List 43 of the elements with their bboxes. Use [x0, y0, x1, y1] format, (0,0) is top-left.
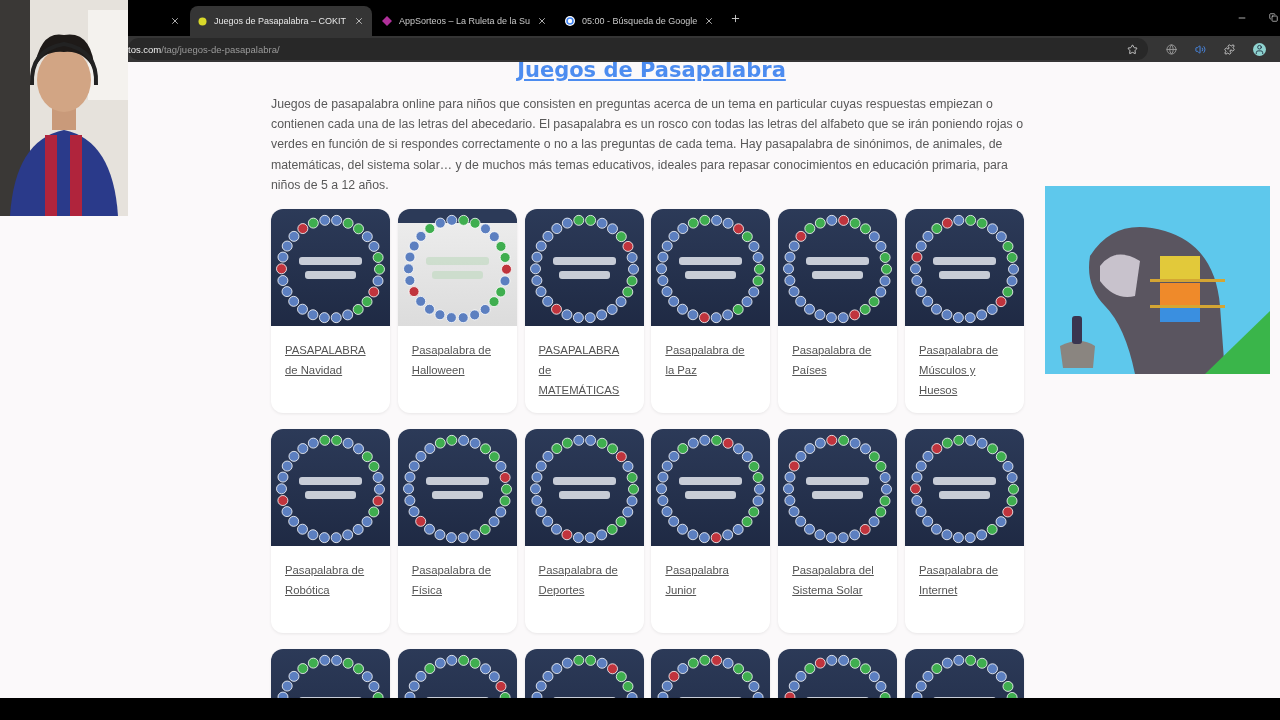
- game-link[interactable]: PASAPALABRA de Navidad: [285, 340, 376, 380]
- game-card[interactable]: Pasapalabra de Deportes: [524, 429, 644, 633]
- browser-tab[interactable]: AppSorteos – La Ruleta de la Su: [374, 6, 556, 36]
- game-link[interactable]: Pasapalabra de Halloween: [411, 340, 503, 380]
- new-tab-icon[interactable]: [730, 12, 742, 24]
- game-card[interactable]: Pasapalabra de Halloween: [397, 209, 517, 413]
- game-card[interactable]: Pasapalabra de Músculos y Huesos: [905, 209, 1024, 413]
- game-link[interactable]: PASAPALABRA de MATEMÁTICAS: [538, 340, 630, 400]
- close-tab-icon[interactable]: [170, 16, 180, 26]
- game-link[interactable]: Pasapalabra Junior: [665, 560, 757, 600]
- star-icon[interactable]: [1127, 43, 1138, 55]
- address-bar[interactable]: tos.com/tag/juegos-de-pasapalabra/: [128, 38, 1148, 60]
- close-tab-icon[interactable]: [354, 16, 364, 26]
- tab-favicon-icon: [565, 16, 576, 26]
- game-link[interactable]: Pasapalabra de Músculos y Huesos: [919, 340, 1010, 400]
- game-link[interactable]: Pasapalabra de Internet: [919, 560, 1010, 600]
- close-tab-icon[interactable]: [704, 16, 715, 26]
- game-card[interactable]: Pasapalabra del Sistema Solar: [778, 429, 898, 633]
- game-card[interactable]: Pasapalabra de Internet: [905, 429, 1024, 633]
- sound-icon[interactable]: [1195, 43, 1206, 55]
- game-card[interactable]: PASAPALABRA de MATEMÁTICAS: [524, 209, 644, 413]
- game-card[interactable]: Pasapalabra de Robótica: [271, 429, 390, 633]
- tab-favicon-icon: [382, 16, 392, 26]
- game-link[interactable]: Pasapalabra de Países: [792, 340, 884, 380]
- game-card[interactable]: Pasapalabra de Países: [778, 209, 898, 413]
- browser-tab[interactable]: Juegos de Pasapalabra – COKIT: [190, 6, 372, 36]
- game-link[interactable]: Pasapalabra del Sistema Solar: [792, 560, 884, 600]
- browser-tab[interactable]: 05:00 - Búsqueda de Google: [557, 6, 723, 36]
- tab-favicon-icon: [198, 16, 207, 26]
- close-tab-icon[interactable]: [537, 16, 548, 26]
- game-link[interactable]: Pasapalabra de Física: [411, 560, 503, 600]
- intro-paragraph: Juegos de pasapalabra online para niños que consisten en preguntas acerca de un tema en particular cuyas respuestas empiezan o contienen cada una de las letras del abecedario. El pasapalabra es un rosco con todas las letras del alfabeto que se irán poniendo rojas o verdes en función de si respondes correctamente o no a las preguntas de cada tema. Hay pasapalabra de sinónimos, de animales, de matemáticas, del sistema solar… y de muchos más temas educativos, ideales para repasar conocimientos en educación primaria, para niños de 5 a 12 años.: [271, 96, 1024, 194]
- globe-icon[interactable]: [1166, 43, 1177, 55]
- extensions-icon[interactable]: [1224, 43, 1235, 55]
- profile-icon[interactable]: [1253, 42, 1266, 56]
- game-link[interactable]: Pasapalabra de la Paz: [665, 340, 757, 380]
- game-card[interactable]: Pasapalabra de Física: [397, 429, 517, 633]
- game-card[interactable]: Pasapalabra Junior: [651, 429, 771, 633]
- game-link[interactable]: Pasapalabra de Deportes: [538, 560, 630, 600]
- game-link[interactable]: Pasapalabra de Robótica: [285, 560, 376, 600]
- restore-icon[interactable]: [1269, 13, 1278, 23]
- game-card[interactable]: Pasapalabra de la Paz: [651, 209, 771, 413]
- game-card[interactable]: PASAPALABRA de Navidad: [271, 209, 390, 413]
